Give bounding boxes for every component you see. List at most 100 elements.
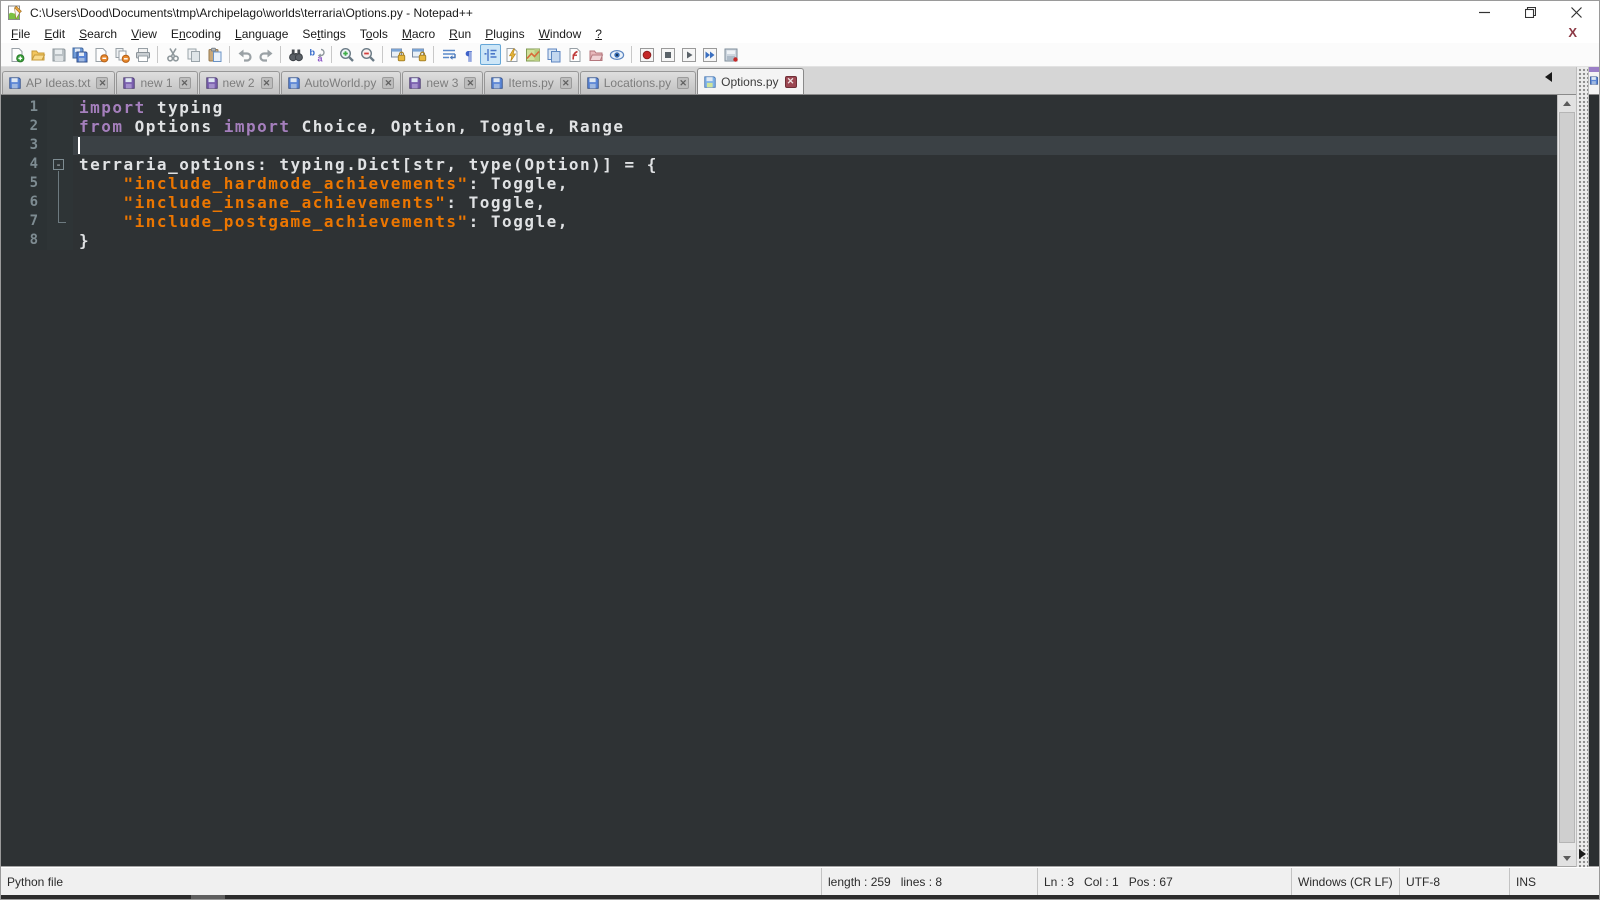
code-line-text[interactable]: "include_postgame_achievements": Toggle, — [73, 212, 1557, 231]
macro-play-icon[interactable] — [678, 44, 699, 65]
restore-button[interactable] — [1507, 1, 1553, 24]
code-line-text[interactable]: import typing — [73, 98, 1557, 117]
find-icon[interactable] — [285, 44, 306, 65]
code-line[interactable]: 7 "include_postgame_achievements": Toggl… — [1, 212, 1557, 231]
macro-save-icon[interactable] — [720, 44, 741, 65]
open-file-icon[interactable] — [27, 44, 48, 65]
code-line[interactable]: 2 from Options import Choice, Option, Tog… — [1, 117, 1557, 136]
cut-icon[interactable] — [162, 44, 183, 65]
code-line-text[interactable]: "include_insane_achievements": Toggle, — [73, 193, 1557, 212]
tab-close-icon[interactable]: ✕ — [464, 77, 477, 89]
save-all-icon[interactable] — [69, 44, 90, 65]
user-defined-language-icon[interactable] — [501, 44, 522, 65]
function-list-icon[interactable] — [564, 44, 585, 65]
tab-new-3[interactable]: new 3 ✕ — [402, 71, 484, 94]
toolbar-separator — [229, 46, 230, 63]
document-close-x-icon[interactable]: X — [1568, 25, 1577, 40]
tab-close-icon[interactable]: ✕ — [178, 77, 191, 89]
sync-vertical-scroll-icon[interactable] — [387, 44, 408, 65]
tab-ap-ideas-txt[interactable]: AP Ideas.txt ✕ — [2, 71, 116, 94]
tab-close-icon[interactable]: ✕ — [784, 75, 797, 88]
menu-?[interactable]: ? — [588, 26, 609, 42]
vertical-scrollbar[interactable] — [1557, 95, 1576, 867]
code-line[interactable]: 5 "include_hardmode_achievements": Toggl… — [1, 174, 1557, 193]
zoom-in-icon[interactable] — [336, 44, 357, 65]
code-line-text[interactable]: } — [73, 231, 1557, 250]
code-region[interactable]: 1 import typing 2 from Options import Choic… — [1, 95, 1557, 867]
paste-icon[interactable] — [204, 44, 225, 65]
tab-close-icon[interactable]: ✕ — [677, 77, 690, 89]
close-file-icon[interactable] — [90, 44, 111, 65]
document-list-icon[interactable] — [543, 44, 564, 65]
scrollbar-thumb[interactable] — [1559, 112, 1575, 843]
tab-autoworld-py[interactable]: AutoWorld.py ✕ — [280, 71, 402, 94]
folder-as-workspace-icon[interactable] — [585, 44, 606, 65]
tab-close-icon[interactable]: ✕ — [96, 77, 109, 89]
replace-icon[interactable]: ba — [306, 44, 327, 65]
code-line[interactable]: 3 — [1, 136, 1557, 155]
fold-margin-box[interactable]: - — [47, 155, 73, 174]
menu-language[interactable]: Language — [228, 26, 295, 42]
new-file-icon[interactable] — [6, 44, 27, 65]
close-button[interactable] — [1553, 1, 1599, 24]
monitoring-icon[interactable] — [606, 44, 627, 65]
code-line[interactable]: 4- terraria_options: typing.Dict[str, typ… — [1, 155, 1557, 174]
copy-icon[interactable] — [183, 44, 204, 65]
print-icon[interactable] — [132, 44, 153, 65]
line-number: 4 — [1, 155, 47, 174]
menu-plugins[interactable]: Plugins — [478, 26, 531, 42]
tab-locations-py[interactable]: Locations.py ✕ — [579, 71, 697, 94]
code-line-text[interactable]: terraria_options: typing.Dict[str, type(… — [73, 155, 1557, 174]
minimize-button[interactable] — [1461, 1, 1507, 24]
show-all-characters-icon[interactable]: ¶ — [459, 44, 480, 65]
code-line[interactable]: 1 import typing — [1, 98, 1557, 117]
toolbar: b a ¶ — [1, 43, 1599, 67]
zoom-out-icon[interactable] — [357, 44, 378, 65]
tab-items-py[interactable]: Items.py ✕ — [484, 71, 579, 94]
menu-edit[interactable]: Edit — [37, 26, 72, 42]
workspace: AP Ideas.txt ✕ new 1 ✕ new 2 ✕ AutoWorld.py ✕ ne… — [1, 67, 1599, 867]
fold-collapse-icon[interactable]: - — [53, 159, 64, 170]
code-line[interactable]: 8} — [1, 231, 1557, 250]
menu-encoding[interactable]: Encoding — [164, 26, 228, 42]
indent-guide-icon[interactable] — [480, 44, 501, 65]
sync-horizontal-scroll-icon[interactable] — [408, 44, 429, 65]
menu-settings[interactable]: Settings — [295, 26, 352, 42]
menu-search[interactable]: Search — [72, 26, 124, 42]
save-icon[interactable] — [48, 44, 69, 65]
fold-guide-corner — [58, 222, 66, 223]
token-keyword: import — [223, 117, 291, 136]
document-map-icon[interactable] — [522, 44, 543, 65]
secondary-tab-floppy-icon — [1589, 72, 1599, 88]
scroll-down-button[interactable] — [1558, 850, 1576, 867]
tab-close-icon[interactable]: ✕ — [559, 77, 572, 89]
tab-new-1[interactable]: new 1 ✕ — [116, 71, 198, 94]
menu-tools[interactable]: Tools — [353, 26, 395, 42]
token-text: Choice, Option, Toggle, Range — [290, 117, 625, 136]
scrollbar-track[interactable] — [1558, 112, 1576, 850]
scroll-up-button[interactable] — [1558, 95, 1576, 112]
menu-window[interactable]: Window — [532, 26, 589, 42]
tab-options-py[interactable]: Options.py ✕ — [697, 68, 804, 94]
tab-scroll-left-icon[interactable] — [1545, 72, 1552, 82]
view-splitter[interactable] — [1576, 67, 1589, 867]
menu-file[interactable]: File — [4, 26, 37, 42]
redo-icon[interactable] — [255, 44, 276, 65]
code-line-text[interactable]: from Options import Choice, Option, Togg… — [73, 117, 1557, 136]
macro-run-multiple-icon[interactable] — [699, 44, 720, 65]
code-line-text[interactable] — [73, 136, 1557, 155]
menu-run[interactable]: Run — [442, 26, 478, 42]
macro-stop-icon[interactable] — [657, 44, 678, 65]
toolbar-separator — [157, 46, 158, 63]
macro-record-icon[interactable] — [636, 44, 657, 65]
menu-macro[interactable]: Macro — [395, 26, 442, 42]
word-wrap-icon[interactable] — [438, 44, 459, 65]
code-line-text[interactable]: "include_hardmode_achievements": Toggle, — [73, 174, 1557, 193]
undo-icon[interactable] — [234, 44, 255, 65]
menu-view[interactable]: View — [124, 26, 164, 42]
tab-close-icon[interactable]: ✕ — [382, 77, 395, 89]
tab-new-2[interactable]: new 2 ✕ — [198, 71, 280, 94]
code-line[interactable]: 6 "include_insane_achievements": Toggle, — [1, 193, 1557, 212]
tab-close-icon[interactable]: ✕ — [260, 77, 273, 89]
close-all-icon[interactable] — [111, 44, 132, 65]
